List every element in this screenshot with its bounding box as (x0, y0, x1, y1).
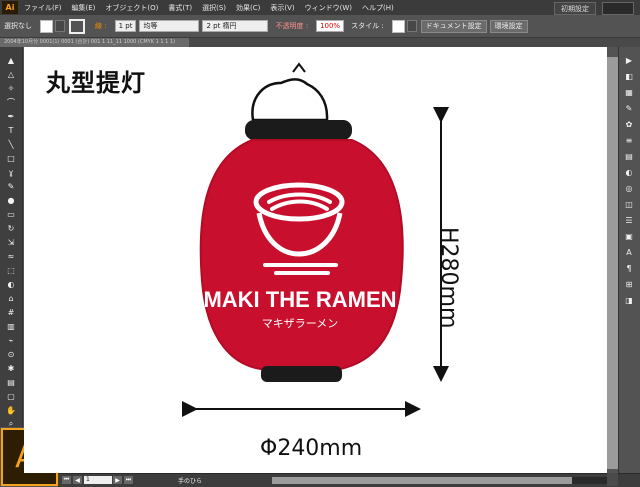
artboard-number-field[interactable]: 1 (84, 476, 112, 484)
pathfinder-panel-icon[interactable]: ◨ (622, 295, 636, 305)
style-label: スタイル : (351, 22, 384, 30)
gradient-panel-icon[interactable]: ▤ (622, 151, 636, 161)
tools-panel: ▲ △ ✧ ⌒ ✒ T ╲ □ ɣ ✎ ● ▭ ↻ ⇲ ≈ ⬚ ◐ ⌂ # ▥ … (0, 47, 23, 428)
rotate-tool-icon[interactable]: ↻ (4, 223, 18, 233)
document-tabs: 2004年10月分 0001(1) 0001 (合計) 001 1 11_11 … (0, 38, 640, 47)
horizontal-scroll-thumb[interactable] (272, 477, 572, 484)
menu-select[interactable]: 選択(S) (202, 3, 226, 13)
symbol-sprayer-tool-icon[interactable]: ✱ (4, 363, 18, 373)
document-tab[interactable]: 2004年10月分 0001(1) 0001 (合計) 001 1 11_11 … (0, 38, 189, 47)
opacity-field[interactable]: 100% (316, 20, 345, 32)
appearance-panel-icon[interactable]: ◎ (622, 183, 636, 193)
paintbrush-tool-icon[interactable]: ɣ (4, 167, 18, 177)
panel-collapse-icon[interactable]: ▶ (622, 55, 636, 65)
menu-help[interactable]: ヘルプ(H) (362, 3, 394, 13)
workspace-switcher[interactable]: 初期設定 (554, 2, 596, 15)
lasso-tool-icon[interactable]: ⌒ (4, 97, 18, 107)
warp-tool-icon[interactable]: ≈ (4, 251, 18, 261)
style-swatch[interactable] (391, 19, 405, 33)
lantern-top-cap (245, 120, 352, 140)
lantern-bottom-cap (261, 366, 342, 382)
first-page-icon[interactable]: ⏮ (62, 476, 71, 484)
document-setup-button[interactable]: ドキュメント設定 (420, 19, 487, 33)
blob-brush-tool-icon[interactable]: ● (4, 195, 18, 205)
illustrator-window: Ai ファイル(F) 編集(E) オブジェクト(O) 書式(T) 選択(S) 効… (0, 0, 640, 487)
fill-swatch[interactable] (40, 19, 53, 33)
menu-type[interactable]: 書式(T) (168, 3, 192, 13)
stroke-label: 線 : (95, 22, 107, 30)
stroke-profile-field[interactable]: 均等 (139, 20, 200, 32)
preferences-button[interactable]: 環境設定 (489, 19, 528, 33)
symbols-panel-icon[interactable]: ✿ (622, 119, 636, 129)
graph-tool-icon[interactable]: ▤ (4, 377, 18, 387)
menu-effect[interactable]: 効果(C) (236, 3, 260, 13)
next-page-icon[interactable]: ▶ (113, 476, 122, 484)
artboard-tool-icon[interactable]: ▢ (4, 391, 18, 401)
transparency-panel-icon[interactable]: ◐ (622, 167, 636, 177)
rectangle-tool-icon[interactable]: □ (4, 153, 18, 163)
menu-edit[interactable]: 編集(E) (72, 3, 96, 13)
brush-field[interactable]: 2 pt 楕円 (202, 20, 269, 32)
brushes-panel-icon[interactable]: ✎ (622, 103, 636, 113)
magic-wand-tool-icon[interactable]: ✧ (4, 83, 18, 93)
graphic-styles-panel-icon[interactable]: ◫ (622, 199, 636, 209)
align-panel-icon[interactable]: ⊞ (622, 279, 636, 289)
shape-builder-tool-icon[interactable]: ◐ (4, 279, 18, 289)
artboard-canvas[interactable]: 丸型提灯 MAKI THE RAMEN マキザラーメン H280mm Φ240m… (24, 47, 607, 473)
style-menu[interactable] (406, 20, 417, 32)
pencil-tool-icon[interactable]: ✎ (4, 181, 18, 191)
perspective-tool-icon[interactable]: ⌂ (4, 293, 18, 303)
menu-window[interactable]: ウィンドウ(W) (305, 3, 352, 13)
character-panel-icon[interactable]: A (622, 247, 636, 257)
last-page-icon[interactable]: ⏭ (124, 476, 133, 484)
lantern-artwork: MAKI THE RAMEN マキザラーメン (182, 62, 449, 417)
brand-name: MAKI THE RAMEN (203, 287, 396, 312)
eyedropper-tool-icon[interactable]: ⌁ (4, 335, 18, 345)
horizontal-scrollbar[interactable] (272, 477, 616, 484)
height-dimension-label: H280mm (436, 227, 461, 329)
stroke-swatch[interactable] (69, 18, 85, 34)
selection-tool-icon[interactable]: ▲ (4, 55, 18, 65)
hand-tool-icon[interactable]: ✋ (4, 405, 18, 415)
gradient-tool-icon[interactable]: ▥ (4, 321, 18, 331)
menu-object[interactable]: オブジェクト(O) (105, 3, 158, 13)
line-tool-icon[interactable]: ╲ (4, 139, 18, 149)
vertical-scrollbar[interactable] (607, 57, 618, 469)
control-bar: 選択なし 線 : 1 pt 均等 2 pt 楕円 不透明度 : 100% スタイ… (0, 15, 640, 38)
selection-status: 選択なし (4, 22, 32, 30)
eraser-tool-icon[interactable]: ▭ (4, 209, 18, 219)
previous-page-icon[interactable]: ◀ (73, 476, 82, 484)
lantern-top-handle (251, 78, 329, 122)
stroke-panel-icon[interactable]: ≡ (622, 135, 636, 145)
scroll-corner (607, 473, 618, 486)
menu-bar: Ai ファイル(F) 編集(E) オブジェクト(O) 書式(T) 選択(S) 効… (0, 0, 640, 15)
lantern-hook (292, 62, 306, 73)
direct-selection-tool-icon[interactable]: △ (4, 69, 18, 79)
free-transform-tool-icon[interactable]: ⬚ (4, 265, 18, 275)
current-tool-status: 手のひら (178, 478, 203, 485)
app-logo-small: Ai (2, 1, 18, 14)
stroke-weight-field[interactable]: 1 pt (114, 20, 137, 32)
menu-view[interactable]: 表示(V) (270, 3, 294, 13)
opacity-label: 不透明度 : (275, 22, 309, 30)
right-panel-strip: ▶ ◧ ▦ ✎ ✿ ≡ ▤ ◐ ◎ ◫ ☰ ▣ A ¶ ⊞ ◨ (618, 47, 640, 473)
mesh-tool-icon[interactable]: # (4, 307, 18, 317)
pen-tool-icon[interactable]: ✒ (4, 111, 18, 121)
layers-panel-icon[interactable]: ☰ (622, 215, 636, 225)
type-tool-icon[interactable]: T (4, 125, 18, 135)
blend-tool-icon[interactable]: ⊙ (4, 349, 18, 359)
fill-menu[interactable] (55, 20, 65, 32)
status-bar: ⏮ ◀ 1 ▶ ⏭ 手のひら (58, 473, 640, 487)
brand-katakana: マキザラーメン (262, 317, 339, 330)
vertical-scroll-thumb[interactable] (607, 57, 618, 469)
search-field[interactable] (602, 2, 634, 15)
artboards-panel-icon[interactable]: ▣ (622, 231, 636, 241)
scale-tool-icon[interactable]: ⇲ (4, 237, 18, 247)
color-panel-icon[interactable]: ◧ (622, 71, 636, 81)
width-dimension-label: Φ240mm (260, 436, 363, 461)
menu-file[interactable]: ファイル(F) (24, 3, 62, 13)
paragraph-panel-icon[interactable]: ¶ (622, 263, 636, 273)
swatches-panel-icon[interactable]: ▦ (622, 87, 636, 97)
